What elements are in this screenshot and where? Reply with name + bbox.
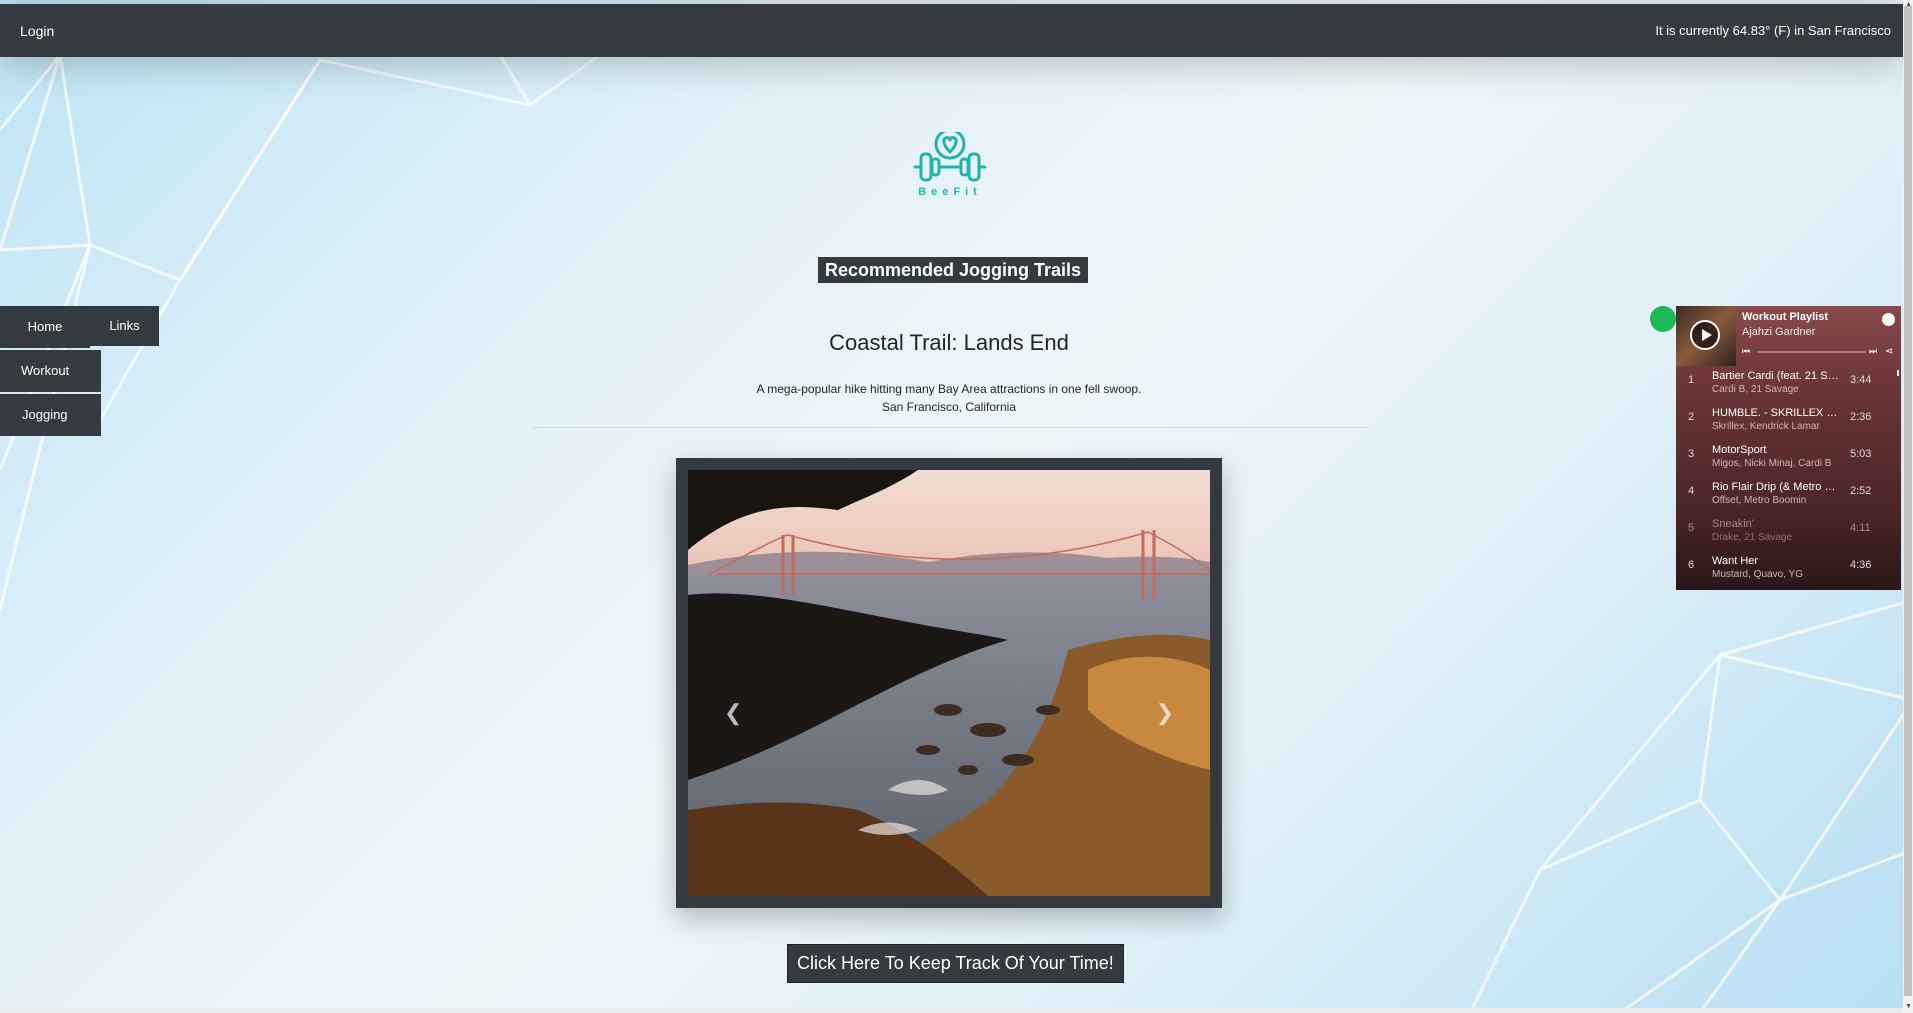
nav-workout[interactable]: Workout (0, 350, 101, 392)
share-icon[interactable]: ⋖ (1885, 346, 1893, 357)
track-artists: Migos, Nicki Minaj, Cardi B (1712, 458, 1832, 469)
logo-text: BeeFit (918, 186, 982, 198)
bottom-edge (0, 1008, 1903, 1013)
track-duration: 5:03 (1850, 448, 1872, 460)
track-number: 1 (1688, 374, 1695, 386)
track-name: HUMBLE. - SKRILLEX REMIX (1712, 407, 1842, 419)
track-name: Rio Flair Drip (& Metro Boomin) (1712, 481, 1842, 493)
track-row[interactable]: 2 HUMBLE. - SKRILLEX REMIX Skrillex, Ken… (1676, 405, 1901, 442)
trail-photo: ❮ ❯ (688, 470, 1210, 896)
page-scrollbar[interactable]: ▲ ▼ (1903, 0, 1913, 1013)
track-artists: Drake, 21 Savage (1712, 532, 1793, 543)
trail-image-carousel: ❮ ❯ (676, 458, 1222, 908)
track-artists: Skrillex, Kendrick Lamar (1712, 421, 1820, 432)
weather-text: It is currently 64.83° (F) in San Franci… (1655, 23, 1891, 38)
scroll-down-icon[interactable]: ▼ (1905, 1003, 1912, 1010)
spotify-logo-icon[interactable] (1882, 313, 1895, 326)
track-name: Want Her (1712, 555, 1759, 567)
track-number: 4 (1688, 485, 1695, 497)
track-number: 6 (1688, 559, 1695, 571)
track-number: 3 (1688, 448, 1695, 460)
trail-name: Coastal Trail: Lands End (829, 330, 1069, 355)
nav-home[interactable]: Home (0, 306, 90, 348)
track-time-button[interactable]: Click Here To Keep Track Of Your Time! (787, 944, 1124, 983)
track-artists: Mustard, Quavo, YG (1712, 569, 1803, 580)
track-duration: 3:44 (1850, 374, 1872, 386)
track-row[interactable]: 6 Want Her Mustard, Quavo, YG 4:36 (1676, 553, 1901, 590)
track-artists: Cardi B, 21 Savage (1712, 384, 1799, 395)
track-duration: 4:11 (1850, 522, 1871, 534)
previous-track-icon[interactable]: ⏮ (1742, 346, 1750, 357)
playlist-owner[interactable]: Ajahzi Gardner (1742, 326, 1815, 338)
login-link[interactable]: Login (20, 23, 54, 39)
beefit-logo: BeeFit (905, 128, 995, 202)
spotify-playlist-widget: Workout Playlist Ajahzi Gardner ⏮ ⏭ ⋖ 1 … (1676, 306, 1901, 590)
section-title: Recommended Jogging Trails (818, 257, 1089, 283)
track-artists: Offset, Metro Boomin (1712, 495, 1807, 506)
dumbbell-heart-icon (913, 128, 987, 182)
divider (532, 427, 1366, 428)
track-duration: 2:36 (1850, 411, 1872, 423)
track-duration: 4:36 (1850, 559, 1872, 571)
carousel-prev-icon[interactable]: ❮ (724, 700, 742, 726)
track-name: Bartier Cardi (feat. 21 Savage) (1712, 370, 1842, 382)
scroll-thumb[interactable] (1904, 6, 1912, 996)
track-number: 2 (1688, 411, 1695, 423)
spotify-icon[interactable] (1650, 306, 1676, 332)
top-navbar: Login It is currently 64.83° (F) in San … (0, 4, 1903, 57)
playlist-title[interactable]: Workout Playlist (1742, 311, 1828, 323)
nav-jogging[interactable]: Jogging (0, 394, 101, 436)
track-row[interactable]: 3 MotorSport Migos, Nicki Minaj, Cardi B… (1676, 442, 1901, 479)
track-number: 5 (1688, 522, 1695, 534)
track-row[interactable]: 1 Bartier Cardi (feat. 21 Savage) Cardi … (1676, 368, 1901, 405)
progress-bar[interactable] (1758, 351, 1866, 353)
track-row[interactable]: 5 Sneakin' Drake, 21 Savage 4:11 (1676, 516, 1901, 553)
trail-description: A mega-popular hike hitting many Bay Are… (756, 382, 1142, 396)
track-row[interactable]: 4 Rio Flair Drip (& Metro Boomin) Offset… (1676, 479, 1901, 516)
track-name: Sneakin' (1712, 518, 1754, 530)
play-icon[interactable] (1690, 320, 1720, 350)
next-track-icon[interactable]: ⏭ (1869, 346, 1877, 357)
carousel-next-icon[interactable]: ❯ (1156, 700, 1174, 726)
trail-location: San Francisco, California (881, 400, 1017, 414)
spotify-header: Workout Playlist Ajahzi Gardner ⏮ ⏭ ⋖ (1676, 306, 1901, 366)
nav-links[interactable]: Links (90, 306, 159, 346)
track-name: MotorSport (1712, 444, 1767, 456)
track-duration: 2:52 (1850, 485, 1872, 497)
